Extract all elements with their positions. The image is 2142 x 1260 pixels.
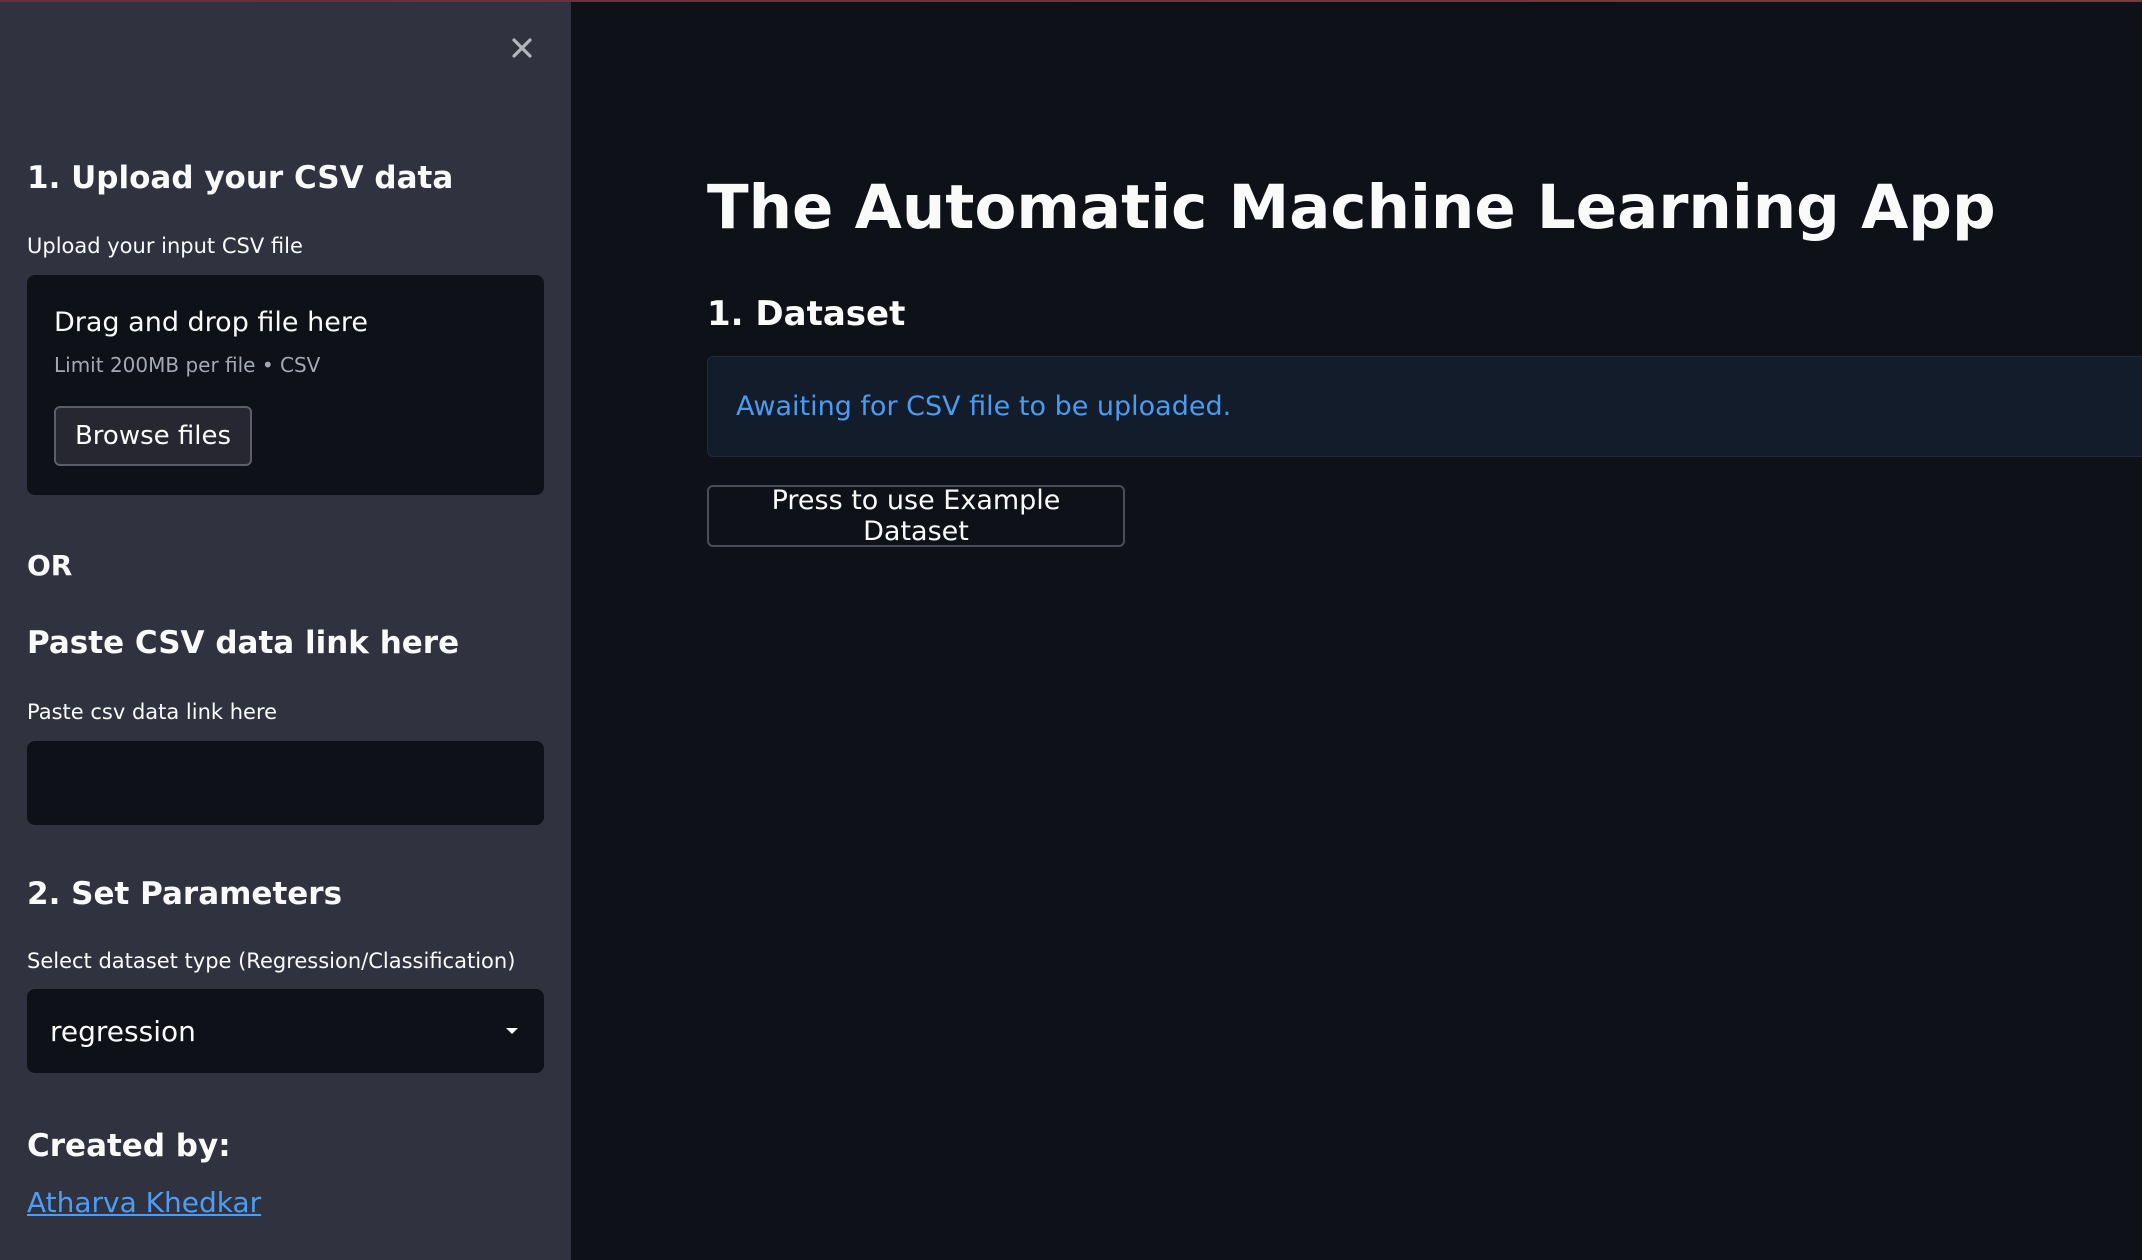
link-section-heading: Paste CSV data link here <box>27 625 460 661</box>
author-link[interactable]: Atharva Khedkar <box>27 1186 261 1219</box>
params-section-heading: 2. Set Parameters <box>27 876 343 912</box>
or-divider-text: OR <box>27 549 73 582</box>
close-sidebar-button[interactable] <box>504 30 540 66</box>
browse-files-button[interactable]: Browse files <box>54 406 252 466</box>
sidebar: 1. Upload your CSV data Upload your inpu… <box>0 2 571 1260</box>
upload-label: Upload your input CSV file <box>27 234 303 258</box>
dataset-type-select[interactable]: regression <box>27 989 544 1073</box>
dataset-section-heading: 1. Dataset <box>707 294 906 334</box>
dropzone-limit: Limit 200MB per file • CSV <box>54 353 321 377</box>
dataset-type-value: regression <box>50 1014 196 1048</box>
csv-link-input[interactable] <box>27 741 544 825</box>
chevron-down-icon <box>506 1028 518 1034</box>
file-dropzone[interactable]: Drag and drop file here Limit 200MB per … <box>27 275 544 495</box>
info-alert-text: Awaiting for CSV file to be uploaded. <box>736 391 1232 422</box>
info-alert: Awaiting for CSV file to be uploaded. <box>707 356 2142 457</box>
page-title: The Automatic Machine Learning App <box>707 172 1996 243</box>
dataset-type-label: Select dataset type (Regression/Classifi… <box>27 949 516 973</box>
upload-section-heading: 1. Upload your CSV data <box>27 160 454 196</box>
credits-heading: Created by: <box>27 1128 231 1164</box>
dropzone-title: Drag and drop file here <box>54 307 368 338</box>
close-icon <box>512 38 532 58</box>
use-example-dataset-button[interactable]: Press to use Example Dataset <box>707 485 1125 547</box>
link-input-label: Paste csv data link here <box>27 700 278 724</box>
